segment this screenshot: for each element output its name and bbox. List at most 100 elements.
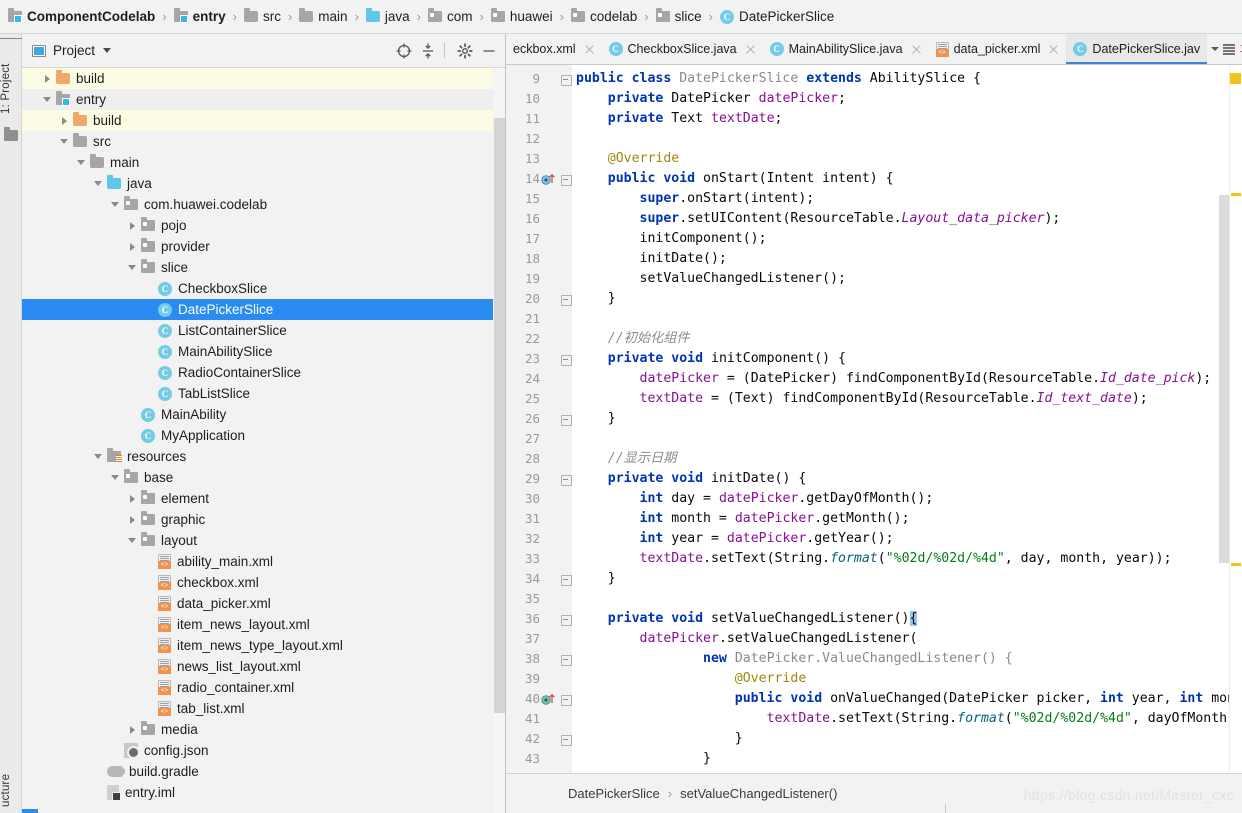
- chevron-right-icon[interactable]: [125, 215, 141, 236]
- code-line[interactable]: 32 int year = datePicker.getYear();: [506, 529, 1242, 549]
- code-editor[interactable]: 9 public class DatePickerSlice extends Ab…: [506, 65, 1242, 773]
- editor-tab-data-picker-xml[interactable]: data_picker.xml: [929, 34, 1067, 64]
- fold-toggle-icon[interactable]: [558, 649, 572, 669]
- tree-item[interactable]: java: [22, 173, 493, 194]
- chevron-right-icon[interactable]: [125, 719, 141, 740]
- fold-toggle-icon[interactable]: [558, 729, 572, 749]
- breadcrumb-item-src[interactable]: src: [243, 8, 281, 24]
- tree-item[interactable]: item_news_type_layout.xml: [22, 635, 493, 656]
- code-line[interactable]: 27: [506, 429, 1242, 449]
- code-line[interactable]: 22 //初始化组件: [506, 329, 1242, 349]
- code-line[interactable]: 36 private void setValueChangedListener(…: [506, 609, 1242, 629]
- tree-item[interactable]: tab_list.xml: [22, 698, 493, 719]
- tree-item[interactable]: provider: [22, 236, 493, 257]
- bottom-breadcrumb-item[interactable]: setValueChangedListener(): [680, 786, 837, 801]
- breadcrumb-item-entry[interactable]: entry: [173, 8, 226, 24]
- tree-item[interactable]: pojo: [22, 215, 493, 236]
- fold-toggle-icon[interactable]: [558, 289, 572, 309]
- editor-tab-eckbox-xml[interactable]: eckbox.xml: [506, 34, 602, 64]
- code-line[interactable]: 37 datePicker.setValueChangedListener(: [506, 629, 1242, 649]
- code-line[interactable]: 26 }: [506, 409, 1242, 429]
- tree-item[interactable]: C MainAbilitySlice: [22, 341, 493, 362]
- code-line[interactable]: 41 textDate.setText(String.format("%02d/…: [506, 709, 1242, 729]
- tree-item[interactable]: build.gradle: [22, 761, 493, 782]
- tree-item-selected[interactable]: C DatePickerSlice: [22, 299, 493, 320]
- chevron-down-icon[interactable]: [57, 131, 73, 152]
- editor-tab-checkboxslice-java[interactable]: C CheckboxSlice.java: [602, 34, 763, 64]
- code-line[interactable]: 15 super.onStart(intent);: [506, 189, 1242, 209]
- code-line[interactable]: 38 new DatePicker.ValueChangedListener()…: [506, 649, 1242, 669]
- tree-item[interactable]: ability_main.xml: [22, 551, 493, 572]
- tree-item[interactable]: item_news_layout.xml: [22, 614, 493, 635]
- code-line[interactable]: 18 initDate();: [506, 249, 1242, 269]
- tree-item[interactable]: graphic: [22, 509, 493, 530]
- editor-tab-mainabilityslice-java[interactable]: C MainAbilitySlice.java: [763, 34, 929, 64]
- tab-list-chevron-icon[interactable]: [1211, 47, 1220, 51]
- fold-toggle-icon[interactable]: [558, 689, 572, 709]
- breadcrumb-item-main[interactable]: main: [299, 8, 348, 24]
- fold-toggle-icon[interactable]: [558, 349, 572, 369]
- code-scrollbar-thumb[interactable]: [1219, 195, 1229, 563]
- close-icon[interactable]: [1048, 44, 1059, 55]
- code-line[interactable]: 21: [506, 309, 1242, 329]
- chevron-right-icon[interactable]: [57, 110, 73, 131]
- close-icon[interactable]: [584, 44, 595, 55]
- tree-item[interactable]: base: [22, 467, 493, 488]
- tree-item[interactable]: config.json: [22, 740, 493, 761]
- chevron-down-icon[interactable]: [108, 467, 124, 488]
- code-line[interactable]: 23 private void initComponent() {: [506, 349, 1242, 369]
- override-method-icon[interactable]: [540, 169, 558, 189]
- tree-item[interactable]: radio_container.xml: [22, 677, 493, 698]
- chevron-right-icon[interactable]: [125, 488, 141, 509]
- tool-tab-structure[interactable]: ucture: [0, 753, 22, 811]
- tree-item[interactable]: main: [22, 152, 493, 173]
- collapse-all-icon[interactable]: [418, 41, 438, 61]
- fold-toggle-icon[interactable]: [558, 169, 572, 189]
- code-line[interactable]: 29 private void initDate() {: [506, 469, 1242, 489]
- code-marker-bar[interactable]: [1229, 65, 1242, 773]
- code-line[interactable]: 28 //显示日期: [506, 449, 1242, 469]
- tree-item[interactable]: C MyApplication: [22, 425, 493, 446]
- code-line[interactable]: 13 @Override: [506, 149, 1242, 169]
- implement-method-icon[interactable]: [540, 689, 558, 709]
- tree-item[interactable]: C CheckboxSlice: [22, 278, 493, 299]
- breadcrumb-item-com[interactable]: com: [428, 8, 473, 24]
- tree-item[interactable]: C RadioContainerSlice: [22, 362, 493, 383]
- code-line[interactable]: 11 private Text textDate;: [506, 109, 1242, 129]
- code-line[interactable]: 33 textDate.setText(String.format("%02d/…: [506, 549, 1242, 569]
- breadcrumb-item-java[interactable]: java: [365, 8, 410, 24]
- code-content[interactable]: 9 public class DatePickerSlice extends Ab…: [506, 65, 1242, 773]
- code-line[interactable]: 17 initComponent();: [506, 229, 1242, 249]
- breadcrumb-item-componentcodelab[interactable]: ComponentCodelab: [8, 8, 155, 24]
- tree-item[interactable]: layout: [22, 530, 493, 551]
- code-line[interactable]: 19 setValueChangedListener();: [506, 269, 1242, 289]
- settings-gear-icon[interactable]: [455, 41, 475, 61]
- chevron-right-icon[interactable]: [125, 236, 141, 257]
- code-line[interactable]: 14 public void onStart(Intent intent) {: [506, 169, 1242, 189]
- fold-toggle-icon[interactable]: [558, 69, 572, 89]
- chevron-down-icon[interactable]: [40, 89, 56, 110]
- chevron-down-icon[interactable]: [125, 530, 141, 551]
- inspection-status-box[interactable]: [1230, 73, 1241, 84]
- chevron-down-icon[interactable]: [91, 446, 107, 467]
- code-line[interactable]: 39 @Override: [506, 669, 1242, 689]
- breadcrumb-item-datepickerslice[interactable]: C DatePickerSlice: [720, 9, 834, 24]
- editor-tab-datepickerslice-java[interactable]: C DatePickerSlice.java: [1066, 34, 1208, 64]
- breadcrumb-item-slice[interactable]: slice: [655, 8, 702, 24]
- breadcrumb-item-huawei[interactable]: huawei: [490, 8, 553, 24]
- code-line[interactable]: 30 int day = datePicker.getDayOfMonth();: [506, 489, 1242, 509]
- tree-item[interactable]: resources: [22, 446, 493, 467]
- code-line[interactable]: 35: [506, 589, 1242, 609]
- tree-item[interactable]: build: [22, 68, 493, 89]
- code-line[interactable]: 43 }: [506, 749, 1242, 769]
- code-line[interactable]: 12: [506, 129, 1242, 149]
- tree-item[interactable]: entry: [22, 89, 493, 110]
- chevron-right-icon[interactable]: [40, 68, 56, 89]
- fold-toggle-icon[interactable]: [558, 569, 572, 589]
- tool-tab-project[interactable]: 1: Project: [0, 38, 22, 118]
- warning-marker[interactable]: [1231, 563, 1241, 566]
- minimize-icon[interactable]: [479, 41, 499, 61]
- editor-tab-controls[interactable]: 1: [1207, 34, 1242, 64]
- code-line[interactable]: 20 }: [506, 289, 1242, 309]
- chevron-down-icon[interactable]: [91, 173, 107, 194]
